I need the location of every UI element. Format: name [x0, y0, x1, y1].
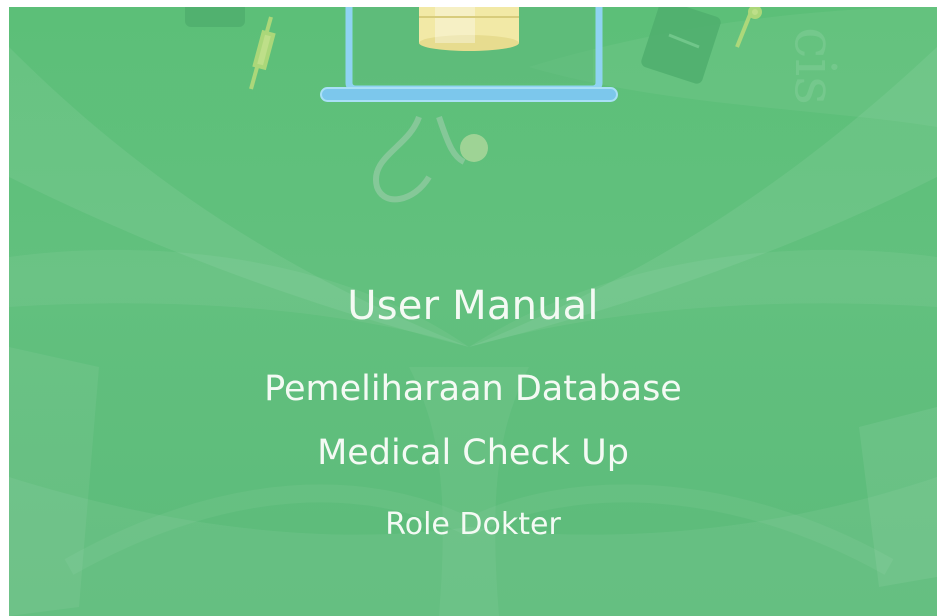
database-icon: [419, 7, 519, 51]
document-subtitle-line1: Pemeliharaan Database: [264, 369, 682, 409]
stethoscope-chestpiece: [460, 134, 488, 162]
document-subtitle-line2: Medical Check Up: [317, 433, 629, 473]
document-title: User Manual: [347, 283, 599, 329]
stethoscope-icon: [372, 115, 466, 203]
document-role: Role Dokter: [385, 507, 561, 542]
watermark-text: cis: [782, 27, 847, 106]
document-cover: cis User Manual Pemeliharaan Database Me…: [9, 7, 937, 616]
